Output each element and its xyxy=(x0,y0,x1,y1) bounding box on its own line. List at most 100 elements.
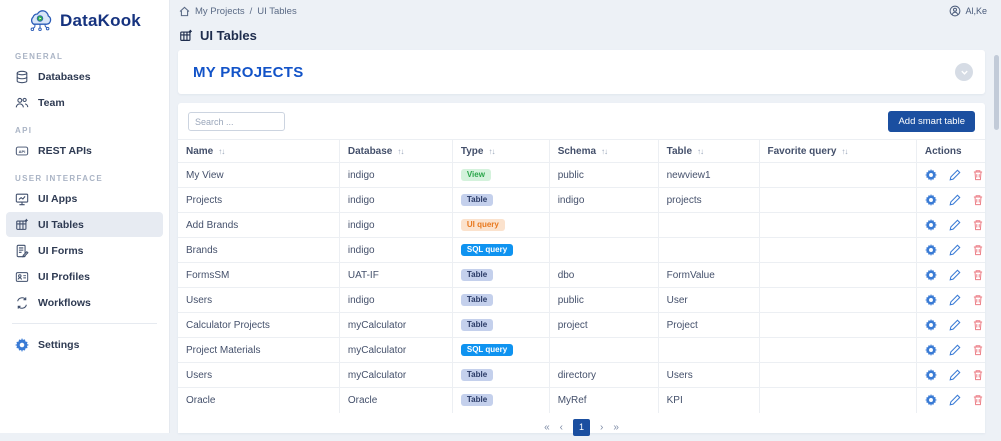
column-header-favorite-query[interactable]: Favorite query ↑↓ xyxy=(758,139,917,163)
sort-icon[interactable]: ↑↓ xyxy=(601,147,608,156)
column-header-name[interactable]: Name ↑↓ xyxy=(178,139,340,163)
pagination-first[interactable]: « xyxy=(544,422,550,433)
sort-icon[interactable]: ↑↓ xyxy=(697,147,704,156)
sidebar-item-team[interactable]: Team xyxy=(6,90,163,115)
sidebar-divider xyxy=(12,323,157,324)
sort-icon[interactable]: ↑↓ xyxy=(841,147,848,156)
breadcrumb[interactable]: My Projects / UI Tables xyxy=(179,6,297,17)
topbar: My Projects / UI Tables Al,Ke xyxy=(170,0,1001,22)
row-delete-icon[interactable] xyxy=(972,244,984,256)
row-settings-icon[interactable] xyxy=(924,369,937,381)
cell-favorite-query xyxy=(758,362,917,388)
pagination-next[interactable]: › xyxy=(600,422,603,433)
row-settings-icon[interactable] xyxy=(924,169,937,181)
sidebar-item-label: UI Profiles xyxy=(38,270,90,283)
sidebar-item-ui-tables[interactable]: UI Tables xyxy=(6,212,163,237)
home-icon xyxy=(179,6,190,17)
column-header-database[interactable]: Database ↑↓ xyxy=(338,139,453,163)
row-settings-icon[interactable] xyxy=(924,269,937,281)
sidebar-item-ui-profiles[interactable]: UI Profiles xyxy=(6,264,163,289)
sidebar-item-ui-apps[interactable]: UI Apps xyxy=(6,186,163,211)
row-edit-icon[interactable] xyxy=(949,194,961,206)
cell-schema: project xyxy=(548,312,659,338)
cell-type: Table xyxy=(451,387,550,413)
column-header-table[interactable]: Table ↑↓ xyxy=(657,139,759,163)
row-edit-icon[interactable] xyxy=(949,394,961,406)
sort-icon[interactable]: ↑↓ xyxy=(488,147,495,156)
row-settings-icon[interactable] xyxy=(924,319,937,331)
sidebar-item-ui-forms[interactable]: UI Forms xyxy=(6,238,163,263)
sidebar-item-label: UI Apps xyxy=(38,192,78,205)
cell-favorite-query xyxy=(758,237,917,263)
row-settings-icon[interactable] xyxy=(924,244,937,256)
row-delete-icon[interactable] xyxy=(972,369,984,381)
cell-table: User xyxy=(657,287,759,313)
breadcrumb-item[interactable]: My Projects xyxy=(195,6,245,17)
row-delete-icon[interactable] xyxy=(972,394,984,406)
cell-favorite-query xyxy=(758,312,917,338)
sidebar-item-databases[interactable]: Databases xyxy=(6,64,163,89)
table-row: Projects indigo Table indigo projects xyxy=(178,187,985,213)
ui-tables-icon xyxy=(15,218,29,232)
banner-collapse-button[interactable] xyxy=(955,63,973,81)
ui-forms-icon xyxy=(15,244,29,258)
row-delete-icon[interactable] xyxy=(972,219,984,231)
brand-name: DataKook xyxy=(60,11,141,30)
user-menu[interactable]: Al,Ke xyxy=(949,5,987,17)
add-smart-table-button[interactable]: Add smart table xyxy=(888,111,975,132)
cell-name: Calculator Projects xyxy=(178,312,340,338)
type-badge: Table xyxy=(460,319,494,331)
vertical-scrollbar[interactable] xyxy=(994,55,999,130)
row-settings-icon[interactable] xyxy=(924,394,937,407)
pagination-last[interactable]: » xyxy=(613,422,619,433)
row-delete-icon[interactable] xyxy=(972,169,984,181)
sidebar-section-general: GENERAL xyxy=(15,52,64,61)
cell-type: Table xyxy=(451,187,550,213)
type-badge: Table xyxy=(460,269,494,281)
cell-type: Table xyxy=(451,362,550,388)
row-delete-icon[interactable] xyxy=(972,319,984,331)
team-icon xyxy=(15,96,29,110)
column-header-schema[interactable]: Schema ↑↓ xyxy=(548,139,659,163)
row-delete-icon[interactable] xyxy=(972,344,984,356)
breadcrumb-item[interactable]: UI Tables xyxy=(257,6,296,17)
row-edit-icon[interactable] xyxy=(949,244,961,256)
user-icon xyxy=(949,5,961,17)
database-icon xyxy=(15,70,29,84)
sidebar-item-label: Settings xyxy=(38,338,80,351)
table-row: My View indigo View public newview1 xyxy=(178,162,985,188)
row-edit-icon[interactable] xyxy=(949,269,961,281)
row-edit-icon[interactable] xyxy=(949,344,961,356)
brand-logo-icon xyxy=(26,7,54,35)
row-settings-icon[interactable] xyxy=(924,194,937,206)
row-edit-icon[interactable] xyxy=(949,294,961,306)
cell-favorite-query xyxy=(758,187,917,213)
row-edit-icon[interactable] xyxy=(949,169,961,181)
cell-database: indigo xyxy=(338,162,453,188)
sort-icon[interactable]: ↑↓ xyxy=(397,147,404,156)
cell-table: Users xyxy=(657,362,759,388)
cell-name: Oracle xyxy=(178,387,340,413)
row-delete-icon[interactable] xyxy=(972,294,984,306)
sort-icon[interactable]: ↑↓ xyxy=(218,147,225,156)
cell-table: FormValue xyxy=(657,262,759,288)
row-settings-icon[interactable] xyxy=(924,344,937,356)
row-settings-icon[interactable] xyxy=(924,294,937,306)
cell-actions xyxy=(915,237,985,263)
sidebar-item-rest-apis[interactable]: API REST APIs xyxy=(6,138,163,163)
row-edit-icon[interactable] xyxy=(949,369,961,381)
row-settings-icon[interactable] xyxy=(924,219,937,231)
row-delete-icon[interactable] xyxy=(972,269,984,281)
table-body: My View indigo View public newview1 Proj… xyxy=(178,162,985,413)
row-edit-icon[interactable] xyxy=(949,319,961,331)
pagination-prev[interactable]: ‹ xyxy=(560,422,563,433)
column-header-type[interactable]: Type ↑↓ xyxy=(451,139,550,163)
row-edit-icon[interactable] xyxy=(949,219,961,231)
tables-card: Add smart table Name↑↓ Database↑↓ Type↑↓… xyxy=(178,103,985,436)
cell-schema: public xyxy=(548,162,659,188)
search-input[interactable] xyxy=(188,112,285,131)
sidebar-item-settings[interactable]: Settings xyxy=(6,332,163,357)
sidebar-item-workflows[interactable]: Workflows xyxy=(6,290,163,315)
cell-actions xyxy=(915,287,985,313)
row-delete-icon[interactable] xyxy=(972,194,984,206)
